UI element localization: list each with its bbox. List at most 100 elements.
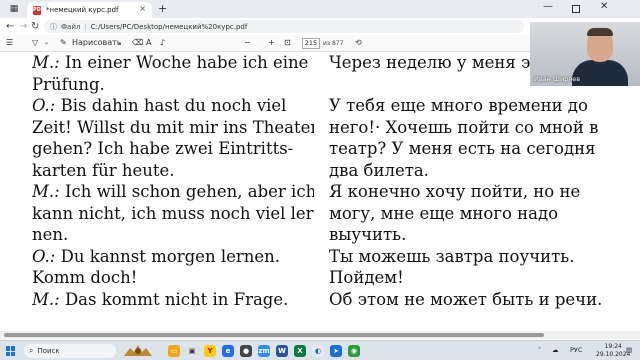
pdf-viewport[interactable]: ᵧ ∽ ∽ ∽ ∽∽ ∽∽ ∽ M.: In einer Woche habe …: [0, 52, 640, 342]
word-icon[interactable]: W: [276, 345, 288, 357]
chrome-icon[interactable]: ◉: [348, 345, 360, 357]
address-bar[interactable]: ⓘ Файл | C:/Users/PC/Desktop/немецкий%20…: [44, 20, 524, 33]
file-explorer-icon[interactable]: ▭: [168, 345, 180, 357]
speaker-label: M.:: [32, 289, 60, 309]
russian-line: Ты можешь завтра поучить.: [329, 246, 575, 266]
german-line: M.: In einer Woche habe ich eine: [32, 52, 314, 74]
speaker-label: M.:: [32, 53, 60, 72]
speaker-label: O.:: [32, 96, 56, 115]
german-line-text: karten für heute.: [32, 160, 175, 180]
highlight-icon[interactable]: ▽: [32, 38, 38, 48]
chevron-down-icon[interactable]: ⌄: [44, 38, 49, 48]
german-line-text: kann nicht, ich muss noch viel ler-: [32, 203, 314, 223]
zoom-out-button[interactable]: −: [244, 38, 251, 48]
contents-icon[interactable]: ☰: [6, 38, 13, 48]
russian-line: могу, мне еще много надо: [329, 203, 559, 223]
tab-pdf[interactable]: PDF *немецкий курс.pdf ×: [27, 2, 152, 18]
erase-icon[interactable]: ⌫: [132, 38, 143, 48]
german-line-text: Das kommt nicht in Frage.: [59, 289, 289, 309]
taskbar: ⌕ Поиск ▭ ▣ Y e ● zm W X ◐ ➤ ◉ ˄ ☁ РУС 1…: [0, 340, 640, 360]
webcam-person-body: [572, 60, 628, 86]
german-line-text: Komm doch!: [32, 268, 138, 287]
tab-strip: ▦ PDF *немецкий курс.pdf × + — ✕: [0, 0, 640, 18]
german-line-text: Zeit! Willst du mit mir ins Theater: [32, 117, 314, 137]
german-line: Prüfung.: [32, 74, 314, 96]
draw-chevron-down-icon[interactable]: ⌄: [117, 38, 122, 48]
text-icon[interactable]: A: [146, 38, 151, 48]
telegram-icon[interactable]: ➤: [330, 345, 342, 357]
maximize-button[interactable]: [572, 5, 580, 13]
german-line-text: Ich will schon gehen, aber ich: [59, 182, 314, 201]
russian-line: Об этом не может быть и речи.: [329, 289, 603, 309]
german-line-text: Prüfung.: [32, 74, 105, 94]
german-line-text: Du kannst morgen lernen.: [55, 246, 281, 266]
zoom-in-button[interactable]: +: [268, 38, 275, 48]
german-line-text: nen.: [32, 225, 69, 244]
webcam-person-hair: [587, 28, 613, 36]
german-column: M.: In einer Woche habe ich eine Prüfung.…: [32, 52, 314, 310]
excel-icon[interactable]: X: [294, 345, 306, 357]
russian-line: У тебя еще много времени до: [329, 96, 588, 115]
pdf-icon: PDF: [33, 5, 45, 15]
tab-title: *немецкий курс.pdf: [46, 6, 119, 14]
russian-line: театр? У меня есть на сегодня: [329, 139, 596, 158]
russian-line: два билета.: [329, 160, 429, 180]
edge-browser-icon[interactable]: ◐: [312, 345, 324, 357]
edge-icon[interactable]: e: [222, 345, 234, 357]
address-separator: |: [84, 22, 87, 31]
forward-button[interactable]: →: [19, 21, 27, 32]
speaker-label: M.:: [32, 182, 60, 201]
tab-actions-icon[interactable]: ▦: [8, 4, 20, 14]
info-icon[interactable]: ⓘ: [50, 22, 57, 32]
russian-line: Я конечно хочу пойти, но не: [329, 182, 581, 201]
task-view-icon[interactable]: ▣: [186, 345, 198, 357]
german-line: gehen? Ich habe zwei Eintritts-: [32, 138, 314, 160]
rotate-icon[interactable]: ⟲: [355, 38, 362, 48]
app-icon[interactable]: ●: [240, 345, 252, 357]
news-widget-icon[interactable]: [120, 342, 156, 360]
back-button[interactable]: ←: [6, 21, 14, 32]
german-line: M.: Das kommt nicht in Frage.: [32, 289, 314, 311]
notifications-icon[interactable]: ▤: [626, 346, 632, 354]
page-number-input[interactable]: 215: [302, 38, 320, 49]
read-aloud-icon[interactable]: ♪: [160, 38, 165, 48]
german-line: Komm doch!: [32, 267, 314, 289]
russian-line: Пойдем!: [329, 268, 404, 287]
scrollbar-thumb[interactable]: [4, 333, 544, 337]
russian-line: выучить.: [329, 225, 407, 244]
tab-close-button[interactable]: ×: [139, 4, 146, 13]
german-line: M.: Ich will schon gehen, aber ich: [32, 181, 314, 203]
yandex-icon[interactable]: Y: [204, 345, 216, 357]
german-line: karten für heute.: [32, 160, 314, 182]
new-tab-button[interactable]: +: [158, 2, 167, 15]
horizontal-scrollbar[interactable]: [0, 331, 640, 339]
draw-button[interactable]: Нарисовать: [72, 38, 121, 48]
network-icon[interactable]: ☁: [552, 346, 559, 354]
german-line: nen.: [32, 224, 314, 246]
german-line-text: Bis dahin hast du noch viel: [55, 96, 287, 115]
speaker-label: O.:: [32, 246, 56, 266]
window-close-button[interactable]: ✕: [600, 1, 608, 12]
address-scheme-label: Файл: [61, 22, 81, 31]
german-line: kann nicht, ich muss noch viel ler-: [32, 203, 314, 225]
input-language[interactable]: РУС: [570, 346, 582, 354]
webcam-overlay: Иван Ширяев: [530, 22, 640, 86]
page-total: из 877: [323, 40, 344, 47]
reload-button[interactable]: ↻: [31, 21, 39, 32]
german-line-text: gehen? Ich habe zwei Eintritts-: [32, 139, 294, 158]
russian-column: Через неделю у меня эк У тебя еще много в…: [329, 52, 611, 310]
german-line-text: In einer Woche habe ich eine: [59, 53, 309, 72]
german-line: O.: Bis dahin hast du noch viel: [32, 95, 314, 117]
windows-start-icon[interactable]: [6, 346, 16, 356]
search-icon: ⌕: [29, 346, 34, 355]
minimize-button[interactable]: —: [543, 1, 553, 12]
russian-line: него!· Хочешь пойти со мной в: [329, 117, 599, 137]
webcam-name: Иван Ширяев: [534, 75, 581, 83]
german-line: Zeit! Willst du mit mir ins Theater: [32, 117, 314, 139]
taskbar-search[interactable]: ⌕ Поиск: [24, 344, 116, 358]
german-line: O.: Du kannst morgen lernen.: [32, 246, 314, 268]
tray-chevron-icon[interactable]: ˄: [538, 346, 541, 354]
draw-icon[interactable]: ✎: [60, 38, 67, 48]
zoom-icon[interactable]: zm: [258, 345, 270, 357]
fit-page-icon[interactable]: ⊡: [284, 38, 291, 48]
